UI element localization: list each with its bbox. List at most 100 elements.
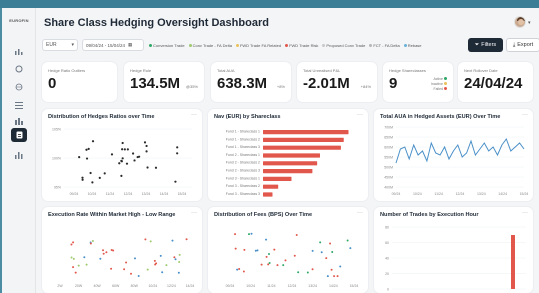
legend-label: FWD Trade Risk xyxy=(289,43,319,48)
legend-item[interactable]: FWD Trade FA Related xyxy=(235,43,281,48)
sidebar-item-chart[interactable] xyxy=(11,44,27,58)
data-point xyxy=(99,257,102,260)
bar xyxy=(263,176,292,181)
bar-icon xyxy=(15,117,23,125)
kpi-card-rollover-date: Next Rollover Date 24/04/24 xyxy=(458,62,533,102)
currency-select[interactable]: EUR ▾ xyxy=(42,39,78,51)
legend-item[interactable]: Conversion Trade xyxy=(149,43,185,48)
data-point xyxy=(121,157,124,160)
data-point xyxy=(120,159,123,162)
legend-label: FCT - FA Delta xyxy=(373,43,400,48)
category-label: Fund 3 - Shareclass 1 xyxy=(226,176,260,180)
sidebar-item-bar[interactable] xyxy=(11,114,27,128)
legend-item[interactable]: FWD Trade Risk xyxy=(285,43,318,48)
data-point xyxy=(89,242,92,245)
data-point xyxy=(103,172,106,175)
data-point xyxy=(185,238,188,241)
sidebar-item-document[interactable] xyxy=(11,128,27,142)
y-tick-label: 700M xyxy=(384,126,393,130)
sidebar-item-stats[interactable] xyxy=(11,148,27,162)
sidebar-item-globe[interactable] xyxy=(11,80,27,94)
chevron-down-icon: ▾ xyxy=(71,42,74,48)
data-point xyxy=(173,256,176,259)
x-tick-label: 13/24 xyxy=(308,284,317,288)
x-tick-label: 40W xyxy=(94,284,102,288)
legend-item[interactable]: Conv Trade - FA Delta xyxy=(188,43,232,48)
bar xyxy=(511,235,515,289)
x-tick-label: 12/24 xyxy=(456,192,465,196)
main-content: Share Class Hedging Oversight Dashboard … xyxy=(36,8,539,293)
filters-button[interactable]: ⏷ Filters xyxy=(468,38,503,52)
data-point xyxy=(77,264,80,267)
category-label: Fund 1 - Shareclass 2 xyxy=(226,137,260,141)
data-point xyxy=(143,141,147,144)
data-point xyxy=(74,271,77,274)
data-point xyxy=(72,257,75,260)
x-tick-label: 13/24 xyxy=(477,192,486,196)
x-tick-label: 12/24 xyxy=(288,284,297,288)
y-tick-label: 105% xyxy=(52,128,61,132)
kpi-value: 638.3M xyxy=(217,75,268,92)
data-point xyxy=(282,264,285,267)
chevron-down-icon[interactable]: ▾ xyxy=(528,20,531,26)
kpi-card-shareclasses: Hedge Shareclasses 9 Active Inactive Fai… xyxy=(383,62,453,102)
legend-item[interactable]: FCT - FA Delta xyxy=(369,43,400,48)
chart-card-aua: Total AUA in Hedged Assets (EUR) Over Ti… xyxy=(374,109,533,201)
download-icon: ⤓ xyxy=(512,41,516,48)
trades-bar-chart: 80 60 40 20 0 xyxy=(385,226,526,292)
filter-bar: EUR ▾ 09/04/24 - 15/04/24 ▦ Conversion T… xyxy=(42,38,539,53)
data-point xyxy=(118,162,121,165)
export-button[interactable]: ⤓ Export xyxy=(506,38,539,52)
data-point xyxy=(346,239,349,242)
y-tick-label: 550M xyxy=(384,156,393,160)
category-label: Fund 3 - Shareclass 2 xyxy=(226,184,260,188)
data-point xyxy=(110,249,113,252)
x-tick-label: 12/24 xyxy=(167,284,176,288)
data-point xyxy=(306,271,309,274)
kpi-label: Hedge Shareclasses xyxy=(389,68,426,73)
x-tick-label: 14/24 xyxy=(329,284,338,288)
kpi-value: 9 xyxy=(389,75,398,92)
data-point xyxy=(339,265,342,268)
data-point xyxy=(85,263,88,266)
date-range-picker[interactable]: 09/04/24 - 15/04/24 ▦ xyxy=(82,39,144,51)
data-point xyxy=(133,257,136,260)
x-tick-label: 15/24 xyxy=(520,192,529,196)
data-point xyxy=(110,153,114,156)
sidebar-item-refresh[interactable] xyxy=(11,62,27,76)
refresh-icon xyxy=(15,65,23,73)
legend-item[interactable]: Rebase xyxy=(403,43,422,48)
data-point xyxy=(154,166,158,169)
data-point xyxy=(78,156,81,159)
data-point xyxy=(83,256,86,259)
legend-item[interactable]: Proposed Conv Trade xyxy=(322,43,365,48)
data-point xyxy=(178,261,181,264)
data-point xyxy=(176,146,179,149)
kpi-card-unrealised-pnl: Total Unrealised P&L -2.01M +84% xyxy=(297,62,377,102)
data-point xyxy=(91,140,95,143)
data-point xyxy=(144,238,147,241)
status-inactive-label: Inactive xyxy=(430,82,443,86)
data-point xyxy=(267,252,270,255)
x-tick-label: 14/24 xyxy=(186,284,195,288)
data-point xyxy=(265,238,268,241)
page-title: Share Class Hedging Oversight Dashboard xyxy=(44,17,269,29)
kpi-value: 24/04/24 xyxy=(464,75,523,92)
stats-icon xyxy=(15,151,23,159)
sidebar-item-list[interactable] xyxy=(11,98,27,112)
data-point xyxy=(85,148,88,151)
data-point xyxy=(165,264,168,267)
x-tick-label: 09/24 xyxy=(70,192,79,196)
avatar[interactable] xyxy=(514,16,526,28)
data-point xyxy=(268,262,271,265)
data-point xyxy=(81,176,84,179)
chart-card-hedge-ratios: Distribution of Hedges Ratios over Time … xyxy=(42,109,202,201)
calendar-icon: ▦ xyxy=(128,42,133,47)
data-point xyxy=(87,147,90,150)
data-point xyxy=(98,176,101,180)
data-point xyxy=(174,180,177,183)
y-tick-label: 650M xyxy=(384,136,393,140)
kpi-status-list: Active Inactive Failed xyxy=(431,77,447,92)
bar xyxy=(263,130,349,135)
data-point xyxy=(125,261,128,264)
